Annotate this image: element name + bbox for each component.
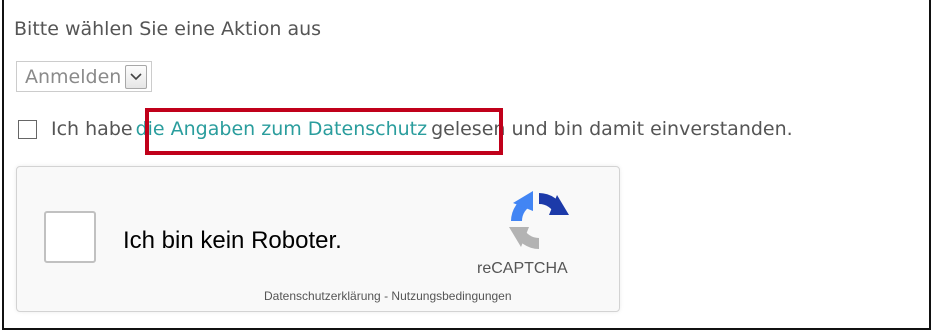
recaptcha-footer-links: Datenschutzerklärung - Nutzungsbedingung… <box>264 289 512 303</box>
privacy-info-link[interactable]: die Angaben zum Datenschutz <box>136 118 428 140</box>
recaptcha-brand: reCAPTCHA <box>477 260 568 277</box>
recaptcha-widget: Ich bin kein Roboter. reCAPTCHA Datensch… <box>16 166 620 312</box>
action-prompt: Bitte wählen Sie eine Aktion aus <box>14 18 322 40</box>
recaptcha-checkbox[interactable] <box>44 211 96 263</box>
privacy-consent-checkbox[interactable] <box>18 119 37 139</box>
recaptcha-terms-link[interactable]: Nutzungsbedingungen <box>391 289 511 303</box>
recaptcha-logo-icon <box>509 191 569 249</box>
consent-text-before: Ich habe <box>51 118 133 140</box>
action-select[interactable]: Anmelden <box>16 61 153 92</box>
consent-text-after: gelesen und bin damit einverstanden. <box>431 118 793 140</box>
action-select-value: Anmelden <box>25 65 122 88</box>
recaptcha-label: Ich bin kein Roboter. <box>123 227 342 254</box>
recaptcha-link-separator: - <box>384 289 389 303</box>
chevron-down-icon[interactable] <box>125 64 148 89</box>
privacy-consent-row: Ich habe die Angaben zum Datenschutz gel… <box>18 118 793 140</box>
recaptcha-privacy-link[interactable]: Datenschutzerklärung <box>264 289 381 303</box>
